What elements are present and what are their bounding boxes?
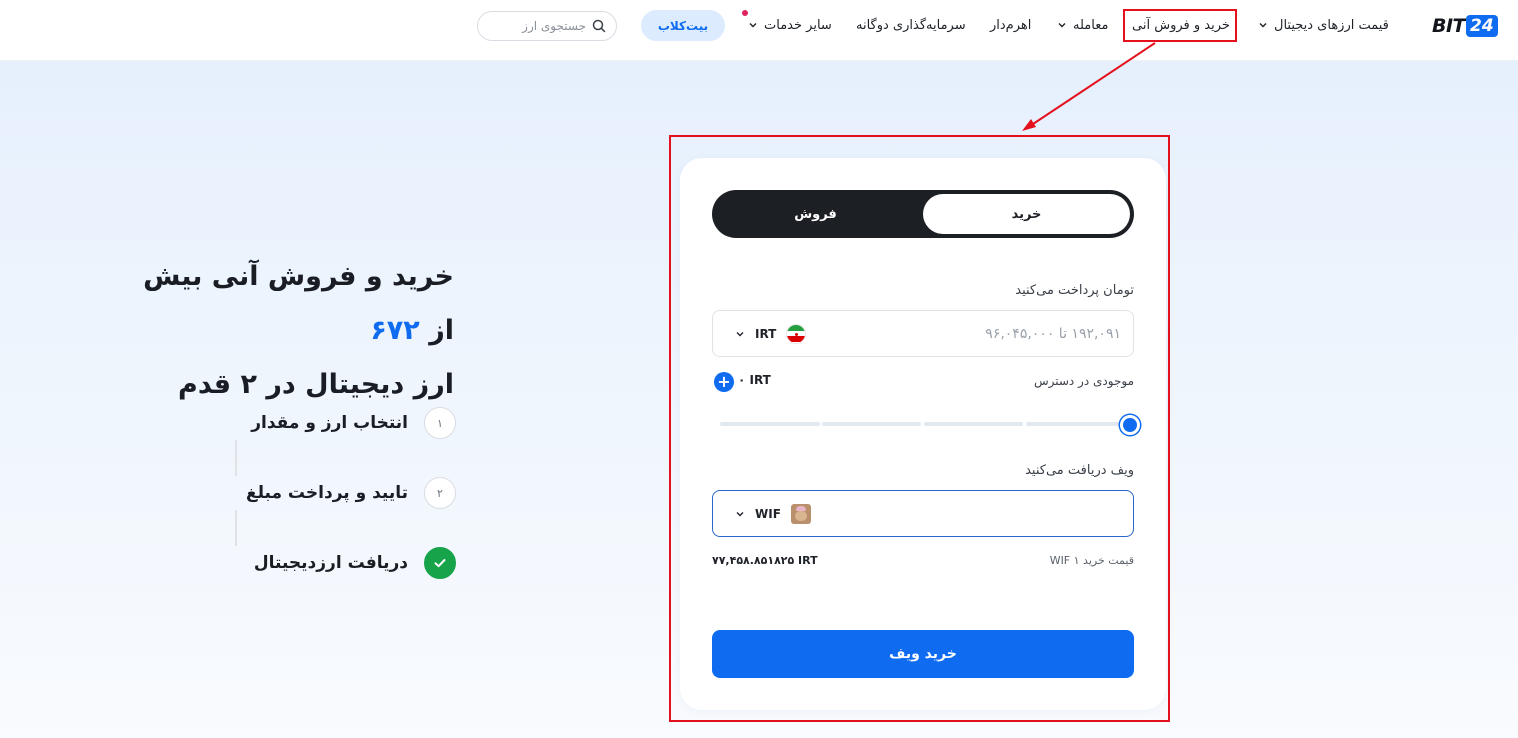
chevron-down-icon — [1058, 23, 1066, 28]
chevron-down-icon — [1259, 23, 1267, 28]
nav-crypto-prices-label: قیمت ارزهای دیجیتال — [1274, 17, 1389, 33]
step-connector — [235, 440, 237, 476]
step-label: انتخاب ارز و مقدار — [251, 413, 408, 433]
search-input[interactable] — [496, 19, 586, 33]
step-number: ۱ — [424, 407, 456, 439]
bit24-logo[interactable]: BIT 24 — [1432, 13, 1498, 39]
nav-other-services[interactable]: سایر خدمات — [748, 14, 832, 36]
nav-leverage[interactable]: اهرم‌دار — [990, 14, 1031, 36]
step-label: تایید و پرداخت مبلغ — [245, 483, 408, 503]
step-item-2: ۲ تایید و پرداخت مبلغ — [246, 476, 456, 510]
hero-title-part2: ارز دیجیتال در ۲ قدم — [178, 369, 454, 400]
top-header: BIT 24 قیمت ارزهای دیجیتال خرید و فروش آ… — [0, 0, 1518, 61]
nav-dual-investment-label: سرمایه‌گذاری دوگانه — [856, 17, 966, 33]
step-number: ۲ — [424, 477, 456, 509]
bitclub-button[interactable]: بیت‌کلاب — [641, 10, 725, 41]
nav-trade-label: معامله — [1073, 17, 1109, 33]
nav-crypto-prices[interactable]: قیمت ارزهای دیجیتال — [1258, 14, 1389, 36]
step-label: دریافت ارزدیجیتال — [253, 553, 408, 573]
nav-trade[interactable]: معامله — [1057, 14, 1108, 36]
step-item-3: دریافت ارزدیجیتال — [254, 546, 456, 580]
notification-dot — [742, 10, 748, 16]
step-connector — [235, 510, 237, 546]
logo-number: 24 — [1466, 15, 1498, 37]
step-item-1: ۱ انتخاب ارز و مقدار — [251, 406, 456, 440]
hero-title-count: ۶۷۲ — [370, 315, 420, 346]
chevron-down-icon — [749, 23, 757, 28]
nav-dual-investment[interactable]: سرمایه‌گذاری دوگانه — [856, 14, 966, 36]
logo-text: BIT — [1432, 15, 1466, 37]
check-icon — [424, 547, 456, 579]
search-icon — [592, 19, 606, 33]
nav-leverage-label: اهرم‌دار — [990, 17, 1032, 33]
nav-other-services-label: سایر خدمات — [764, 17, 832, 33]
nav-highlight-box — [1123, 9, 1237, 42]
hero-title: خرید و فروش آنی بیش از ۶۷۲ ارز دیجیتال د… — [140, 250, 454, 412]
card-highlight-box — [669, 135, 1170, 722]
search-box[interactable] — [477, 11, 617, 41]
